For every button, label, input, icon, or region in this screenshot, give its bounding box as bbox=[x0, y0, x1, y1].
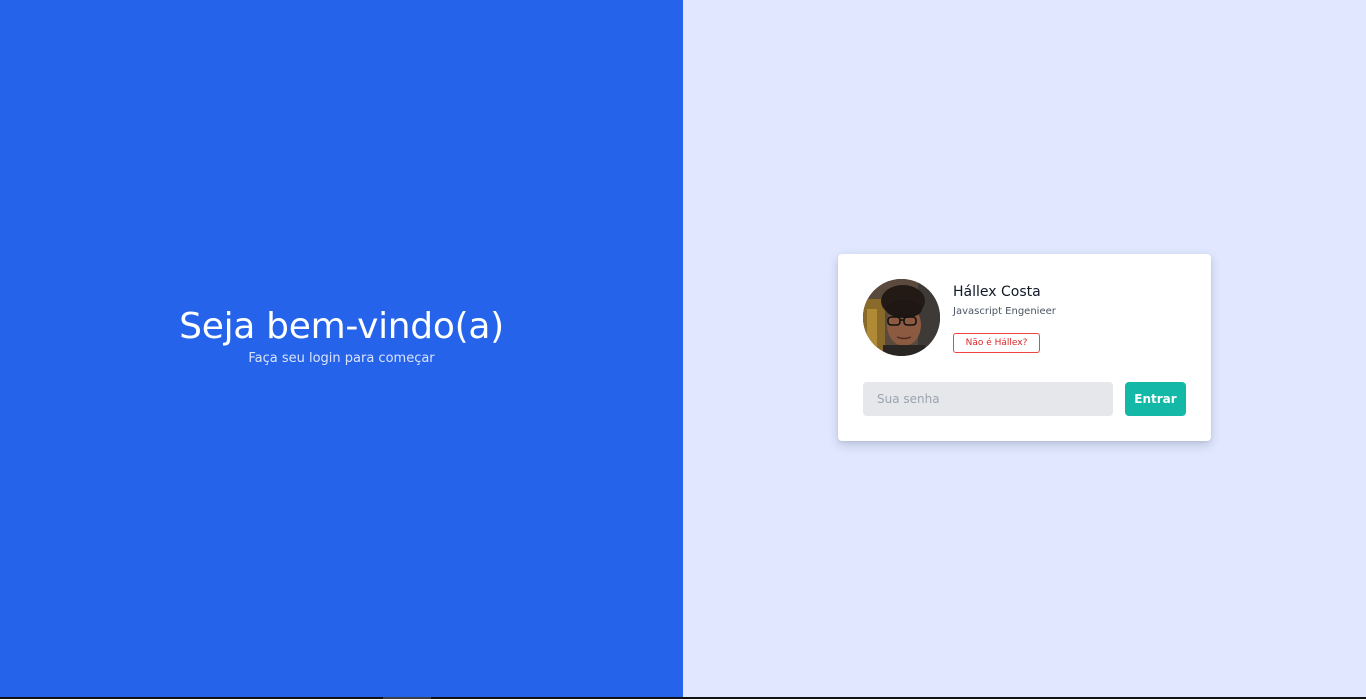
welcome-subtitle: Faça seu login para começar bbox=[248, 351, 435, 366]
profile-name: Hállex Costa bbox=[953, 284, 1041, 300]
welcome-panel: Seja bem-vindo(a) Faça seu login para co… bbox=[0, 0, 683, 697]
welcome-title: Seja bem-vindo(a) bbox=[179, 306, 504, 347]
login-submit-button[interactable]: Entrar bbox=[1125, 382, 1186, 416]
login-page: Seja bem-vindo(a) Faça seu login para co… bbox=[0, 0, 1366, 699]
switch-user-button[interactable]: Não é Hállex? bbox=[953, 333, 1040, 353]
login-card: Hállex Costa Javascript Engenieer Não é … bbox=[838, 254, 1211, 441]
password-input[interactable] bbox=[863, 382, 1113, 416]
profile-role: Javascript Engenieer bbox=[953, 306, 1056, 317]
login-panel: Hállex Costa Javascript Engenieer Não é … bbox=[683, 0, 1366, 697]
user-photo-icon bbox=[863, 279, 940, 356]
avatar bbox=[863, 279, 940, 356]
